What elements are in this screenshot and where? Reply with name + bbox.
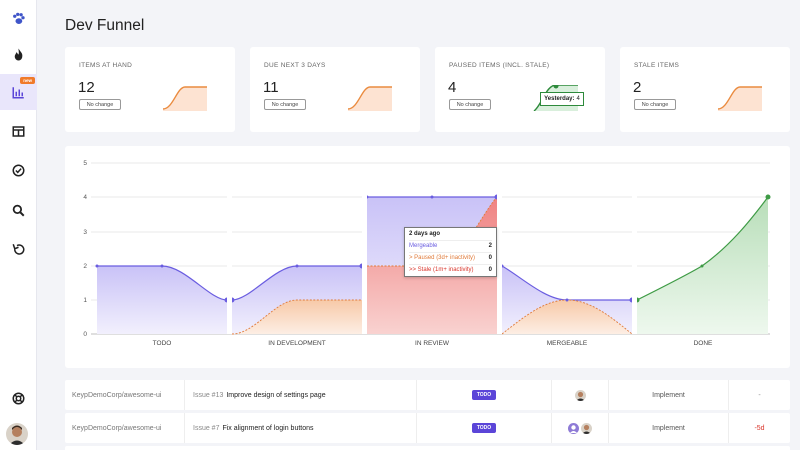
- change-badge: No change: [79, 99, 121, 110]
- sidebar: new: [0, 0, 37, 450]
- avatar: [568, 422, 579, 434]
- status-badge[interactable]: TODO: [471, 423, 497, 433]
- status-cell: TODO: [417, 413, 552, 443]
- sidebar-item-flame[interactable]: [0, 36, 37, 72]
- issue-cell[interactable]: Issue #7 Fix alignment of login buttons: [185, 413, 417, 443]
- sparkline: [718, 86, 762, 111]
- step-cell: Implement: [609, 380, 729, 410]
- change-badge: No change: [264, 99, 306, 110]
- due-cell: -: [758, 391, 761, 399]
- x-label-mergeable: MERGEABLE: [547, 340, 588, 347]
- step-cell: Implement: [609, 413, 729, 443]
- sparkline-tooltip: Yesterday: 4: [540, 92, 584, 106]
- sidebar-item-analytics[interactable]: new: [0, 74, 37, 110]
- issue-number: Issue #7: [193, 424, 220, 432]
- series-done: [634, 194, 771, 334]
- sidebar-item-search[interactable]: [0, 192, 37, 228]
- card-label: ITEMS AT HAND: [79, 62, 133, 69]
- new-badge: new: [20, 77, 35, 84]
- card-value: 4: [448, 79, 457, 96]
- card-label: DUE NEXT 3 DAYS: [264, 62, 326, 69]
- check-circle-icon: [12, 164, 25, 176]
- y-tick: 2: [83, 263, 87, 270]
- board-icon: [12, 125, 25, 137]
- tooltip-row: > Paused (3d+ inactivity) 0: [409, 252, 492, 264]
- chart-tooltip: 2 days ago Mergeable 2 > Paused (3d+ inac…: [404, 227, 497, 277]
- flame-icon: [14, 48, 23, 60]
- issues-table: KeypDemoCorp/awesome-ui Issue #13 Improv…: [65, 380, 790, 450]
- paw-icon: [13, 12, 25, 24]
- series-todo: [95, 264, 230, 334]
- due-cell: -5d: [754, 424, 765, 432]
- assignee-cell[interactable]: [552, 413, 609, 443]
- y-tick: 4: [83, 194, 87, 201]
- y-tick: 3: [83, 229, 87, 236]
- card-value: 2: [633, 79, 642, 96]
- x-label-done: DONE: [694, 340, 713, 347]
- avatar: [574, 389, 586, 401]
- card-value: 11: [263, 79, 279, 96]
- sidebar-item-history[interactable]: [0, 231, 37, 267]
- issue-title[interactable]: Fix alignment of login buttons: [222, 425, 313, 432]
- tooltip-title: 2 days ago: [409, 231, 441, 237]
- sidebar-item-help[interactable]: [0, 380, 37, 416]
- tooltip-row: >> Stale (1m+ inactivity) 0: [409, 264, 492, 276]
- stat-card-items-at-hand[interactable]: ITEMS AT HAND 12 No change: [65, 47, 235, 132]
- table-row[interactable]: [65, 446, 790, 450]
- tooltip-row: Mergeable 2: [409, 240, 492, 252]
- stat-card-stale-items[interactable]: STALE ITEMS 2 No change: [620, 47, 790, 132]
- status-badge[interactable]: TODO: [471, 390, 497, 400]
- status-cell: TODO: [417, 380, 552, 410]
- x-label-in-review: IN REVIEW: [415, 340, 450, 347]
- card-label: PAUSED ITEMS (INCL. STALE): [449, 62, 550, 69]
- sidebar-item-board[interactable]: [0, 113, 37, 149]
- repo-cell[interactable]: KeypDemoCorp/awesome-ui: [65, 413, 185, 443]
- repo-cell[interactable]: KeypDemoCorp/awesome-ui: [65, 380, 185, 410]
- sparkline: [163, 86, 207, 111]
- sidebar-item-done[interactable]: [0, 152, 37, 188]
- table-row[interactable]: KeypDemoCorp/awesome-ui Issue #7 Fix ali…: [65, 413, 790, 443]
- stat-card-paused-items[interactable]: PAUSED ITEMS (INCL. STALE) 4 No change: [435, 47, 605, 132]
- sparkline: [348, 86, 392, 111]
- stat-card-due-next-3-days[interactable]: DUE NEXT 3 DAYS 11 No change: [250, 47, 420, 132]
- avatar: [581, 422, 592, 434]
- page-title: Dev Funnel: [65, 17, 145, 34]
- logo-paw-icon[interactable]: [0, 0, 37, 36]
- issue-cell[interactable]: Issue #13 Improve design of settings pag…: [185, 380, 417, 410]
- assignee-cell[interactable]: [552, 380, 609, 410]
- card-value: 12: [78, 79, 95, 96]
- change-badge: No change: [449, 99, 491, 110]
- card-label: STALE ITEMS: [634, 62, 680, 69]
- y-tick: 1: [83, 297, 87, 304]
- issue-title[interactable]: Improve design of settings page: [226, 392, 325, 399]
- table-row[interactable]: KeypDemoCorp/awesome-ui Issue #13 Improv…: [65, 380, 790, 410]
- undo-icon: [12, 243, 25, 255]
- x-label-todo: TODO: [153, 340, 172, 347]
- change-badge: No change: [634, 99, 676, 110]
- y-tick: 0: [83, 331, 87, 338]
- series-mergeable: [500, 264, 635, 335]
- bar-chart-icon: [12, 86, 24, 98]
- x-label-in-development: IN DEVELOPMENT: [268, 340, 325, 347]
- user-avatar[interactable]: [6, 423, 28, 445]
- search-icon: [12, 204, 25, 216]
- y-tick: 5: [83, 160, 87, 167]
- series-in-development: [229, 263, 365, 335]
- lifebuoy-icon: [12, 392, 25, 404]
- issue-number: Issue #13: [193, 391, 224, 399]
